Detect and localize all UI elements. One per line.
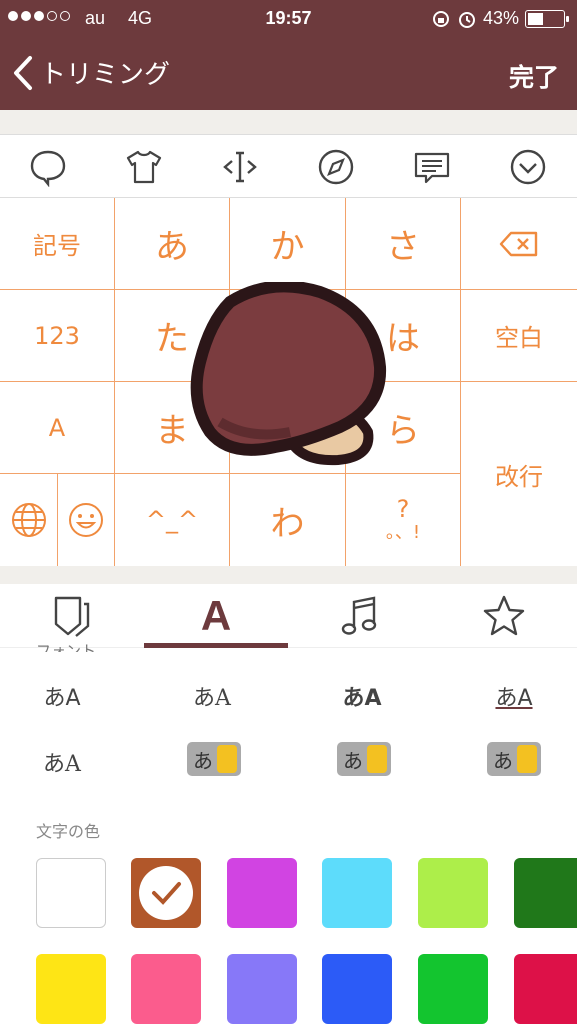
top-bar: au 4G 19:57 43% トリミング 完了 — [0, 0, 577, 110]
done-button[interactable]: 完了 — [509, 58, 559, 94]
color-swatch[interactable] — [514, 858, 577, 928]
font-section-label: フォント — [36, 642, 97, 652]
locked-font-sample: あ — [493, 748, 513, 773]
color-swatch[interactable] — [418, 954, 488, 1024]
font-tab-A: A — [200, 592, 232, 639]
locked-font-option[interactable]: あ — [187, 742, 241, 776]
back-button[interactable]: トリミング — [12, 54, 170, 91]
locked-font-option[interactable]: あ — [337, 742, 391, 776]
alarm-icon — [458, 11, 475, 28]
smiley-icon — [69, 503, 103, 537]
bookmark-icon — [54, 596, 90, 637]
key-punctuation[interactable]: ? 。、! — [346, 474, 461, 566]
cursor-move-icon[interactable] — [220, 147, 260, 187]
color-swatch[interactable] — [227, 954, 297, 1024]
keyboard-preview: 記号 あ か さ 123 た な は 空白 A ま や ら 改行 ^_^ わ ?… — [0, 198, 577, 566]
message-icon[interactable] — [412, 147, 452, 187]
font-option[interactable]: あA — [0, 746, 134, 778]
lock-icon — [517, 745, 537, 773]
font-option-selected[interactable]: あA — [442, 680, 577, 712]
battery-icon — [525, 9, 569, 28]
chevron-down-circle-icon[interactable] — [508, 147, 548, 187]
font-option[interactable]: あA — [290, 680, 434, 712]
font-option[interactable]: あA — [0, 680, 134, 712]
punct-top: ? — [396, 495, 410, 523]
color-swatch[interactable] — [36, 954, 106, 1024]
spacer — [0, 566, 577, 584]
key-alphabet[interactable]: A — [0, 382, 115, 474]
color-swatch[interactable] — [322, 858, 392, 928]
font-option[interactable]: あA — [140, 680, 284, 712]
speech-bubble-icon[interactable] — [28, 147, 68, 187]
status-bar: au 4G 19:57 43% — [0, 8, 577, 32]
key-ka[interactable]: か — [230, 198, 346, 290]
color-swatch[interactable] — [227, 858, 297, 928]
battery-percent: 43% — [482, 8, 519, 28]
style-tabs: A — [0, 584, 577, 648]
lock-icon — [367, 745, 387, 773]
tshirt-icon[interactable] — [124, 147, 164, 187]
key-kaomoji[interactable]: ^_^ — [115, 474, 230, 566]
spacer — [0, 110, 577, 134]
key-backspace[interactable] — [461, 198, 577, 290]
punct-bottom: 。、! — [385, 522, 421, 543]
compass-icon[interactable] — [316, 147, 356, 187]
key-a[interactable]: あ — [115, 198, 230, 290]
page-title: トリミング — [40, 60, 171, 90]
key-emoji[interactable] — [58, 474, 115, 566]
color-swatch[interactable] — [131, 954, 201, 1024]
edit-toolbar — [0, 134, 577, 198]
tab-favorite[interactable] — [432, 584, 576, 648]
key-sa[interactable]: さ — [346, 198, 461, 290]
color-swatch[interactable] — [514, 954, 577, 1024]
key-wa[interactable]: わ — [230, 474, 346, 566]
navigation-bar: トリミング 完了 — [0, 52, 577, 100]
key-globe[interactable] — [0, 474, 58, 566]
key-symbols[interactable]: 記号 — [0, 198, 115, 290]
color-swatch[interactable] — [322, 954, 392, 1024]
chevron-left-icon — [14, 55, 32, 90]
color-swatch-selected[interactable] — [131, 858, 201, 928]
star-icon — [483, 595, 525, 636]
music-icon — [341, 596, 377, 635]
tab-music[interactable] — [288, 584, 432, 648]
rotation-lock-icon — [432, 10, 449, 27]
mushroom-mascot[interactable] — [190, 282, 390, 478]
locked-font-sample: あ — [193, 748, 213, 773]
locked-font-option[interactable]: あ — [487, 742, 541, 776]
key-enter[interactable]: 改行 — [461, 382, 577, 566]
backspace-icon — [499, 231, 538, 256]
text-color-label: 文字の色 — [36, 822, 101, 841]
tab-font[interactable]: A — [144, 584, 288, 648]
globe-icon — [11, 503, 46, 537]
color-swatch[interactable] — [418, 858, 488, 928]
key-numbers[interactable]: 123 — [0, 290, 115, 382]
locked-font-sample: あ — [343, 748, 363, 773]
lock-icon — [217, 745, 237, 773]
checkmark-icon — [139, 866, 193, 920]
key-space[interactable]: 空白 — [461, 290, 577, 382]
color-swatch[interactable] — [36, 858, 106, 928]
tab-stamp[interactable] — [0, 584, 144, 648]
